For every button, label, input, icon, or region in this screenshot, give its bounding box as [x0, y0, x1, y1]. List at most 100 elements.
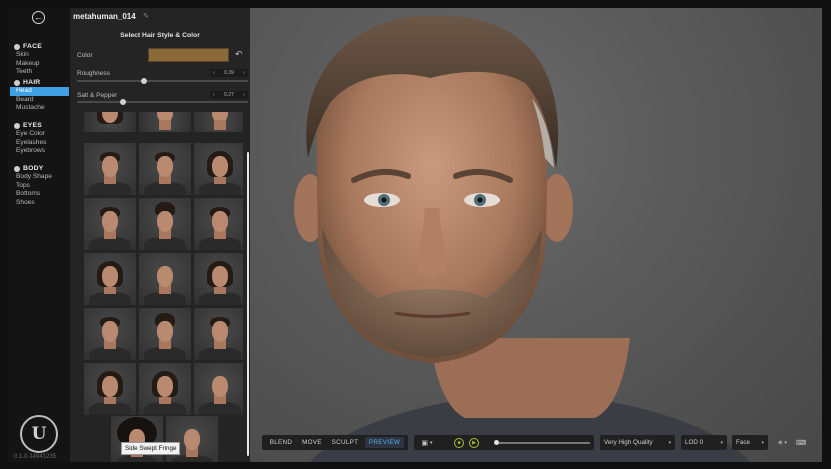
salt-pepper-slider[interactable] [77, 99, 248, 105]
nav-header-label: EYES [23, 122, 42, 129]
salt-pepper-slider-thumb[interactable] [120, 99, 127, 105]
chevron-right-icon[interactable]: › [243, 92, 245, 98]
animation-timeline[interactable] [494, 440, 590, 445]
roughness-value: 0.39 [223, 70, 235, 76]
hairstyle-tile[interactable] [194, 363, 243, 415]
back-arrow-icon[interactable]: ← [32, 11, 45, 24]
salt-pepper-value: 0.27 [223, 92, 235, 98]
nav-item-teeth[interactable]: Teeth [8, 68, 70, 77]
nav-header-body[interactable]: BODY [8, 164, 70, 173]
hairstyle-tile[interactable] [194, 198, 243, 250]
hairstyle-tile[interactable] [84, 198, 136, 250]
nav-section-eyes: EYES Eye Color Eyelashes Eyebrows [8, 121, 70, 156]
chevron-down-icon: ▾ [761, 439, 764, 446]
hairstyle-tile[interactable] [84, 143, 136, 195]
character-name: metahuman_014 [73, 12, 136, 21]
hairstyle-tile[interactable] [194, 112, 243, 132]
hairstyle-tile[interactable] [166, 416, 218, 462]
category-nav: ← FACE Skin Makeup Teeth HAIR Head Beard… [8, 8, 70, 462]
camera-dropdown[interactable]: Face ▾ [732, 435, 768, 450]
hairstyle-tile[interactable] [84, 253, 136, 305]
chevron-right-icon[interactable]: › [243, 70, 245, 76]
quality-value: Very High Quality [604, 439, 653, 446]
hairstyle-tile[interactable] [139, 198, 191, 250]
hairstyle-tile[interactable] [139, 112, 191, 132]
hair-panel: metahuman_014 ✎ Select Hair Style & Colo… [70, 8, 250, 462]
chevron-left-icon[interactable]: ‹ [213, 70, 215, 76]
mode-button-move[interactable]: MOVE [298, 437, 326, 448]
nav-item-eye-color[interactable]: Eye Color [8, 130, 70, 139]
chevron-down-icon: ▾ [668, 439, 671, 446]
version-label: 0.1.0-14941235 [14, 454, 57, 460]
mode-button-blend[interactable]: BLEND [266, 437, 296, 448]
nav-section-hair: HAIR Head Beard Mustache [8, 78, 70, 113]
film-strip-icon[interactable]: ▣ ▾ [418, 437, 436, 448]
body-icon [14, 165, 20, 172]
hairstyle-tile[interactable] [194, 253, 243, 305]
roughness-slider-thumb[interactable] [140, 78, 147, 84]
lighting-icon[interactable]: ☀ ▾ [773, 437, 791, 448]
nav-header-label: FACE [23, 43, 42, 50]
nav-header-eyes[interactable]: EYES [8, 121, 70, 130]
play-icon[interactable]: ▶ [468, 437, 480, 448]
keyboard-icon[interactable]: ⌨ [795, 437, 807, 448]
hairstyle-tile[interactable] [111, 416, 163, 462]
nav-item-beard[interactable]: Beard [8, 96, 70, 105]
salt-pepper-stepper[interactable]: ‹ 0.27 › [210, 91, 248, 99]
viewport-toolbar: BLEND MOVE SCULPT PREVIEW ▣ ▾ ■ ▶ Very Hi… [262, 435, 815, 450]
animation-controls: ▣ ▾ ■ ▶ [414, 435, 594, 450]
edit-pencil-icon[interactable]: ✎ [143, 12, 149, 20]
panel-scrollbar[interactable] [247, 152, 249, 456]
hairstyle-tile[interactable] [194, 143, 243, 195]
timeline-scrubber[interactable] [494, 440, 499, 445]
nav-section-face: FACE Skin Makeup Teeth [8, 42, 70, 77]
character-render [294, 15, 750, 462]
stop-icon[interactable]: ■ [453, 437, 465, 448]
hair-color-swatch[interactable] [148, 48, 229, 62]
mode-button-sculpt[interactable]: SCULPT [328, 437, 362, 448]
quality-dropdown[interactable]: Very High Quality ▾ [600, 435, 675, 450]
hairstyle-tile[interactable] [139, 143, 191, 195]
hair-icon [14, 79, 20, 86]
unreal-engine-logo-icon: U [20, 415, 58, 453]
mode-switcher: BLEND MOVE SCULPT PREVIEW [262, 435, 408, 450]
hairstyle-tile-side-swept-fringe[interactable] [84, 308, 136, 360]
chevron-left-icon[interactable]: ‹ [213, 92, 215, 98]
hairstyle-tile[interactable] [139, 253, 191, 305]
mode-button-preview[interactable]: PREVIEW [365, 437, 404, 448]
nav-header-label: HAIR [23, 79, 41, 86]
hairstyle-tile[interactable] [84, 112, 136, 132]
chevron-down-icon: ▾ [720, 439, 723, 446]
roughness-label: Roughness [77, 70, 110, 77]
nav-item-eyelashes[interactable]: Eyelashes [8, 139, 70, 148]
nav-item-head[interactable]: Head [10, 87, 69, 96]
character-viewport[interactable] [250, 8, 822, 462]
lod-dropdown[interactable]: LOD 0 ▾ [681, 435, 727, 450]
hairstyle-tile[interactable] [139, 308, 191, 360]
color-label: Color [77, 52, 93, 59]
nav-section-body: BODY Body Shape Tops Bottoms Shoes [8, 164, 70, 207]
reset-undo-icon[interactable]: ↶ [235, 49, 243, 60]
hairstyle-tile[interactable] [139, 363, 191, 415]
nav-item-bottoms[interactable]: Bottoms [8, 190, 70, 199]
nav-item-body-shape[interactable]: Body Shape [8, 173, 70, 182]
nav-item-tops[interactable]: Tops [8, 182, 70, 191]
nav-header-face[interactable]: FACE [8, 42, 70, 51]
nav-item-shoes[interactable]: Shoes [8, 199, 70, 208]
nav-header-label: BODY [23, 165, 44, 172]
nav-item-eyebrows[interactable]: Eyebrows [8, 147, 70, 156]
face-icon [14, 43, 20, 50]
hairstyle-tile[interactable] [194, 308, 243, 360]
nav-item-makeup[interactable]: Makeup [8, 60, 70, 69]
nav-item-skin[interactable]: Skin [8, 51, 70, 60]
nav-item-mustache[interactable]: Mustache [8, 104, 70, 113]
metahuman-creator-window: ← FACE Skin Makeup Teeth HAIR Head Beard… [8, 8, 822, 462]
roughness-slider[interactable] [77, 78, 248, 84]
roughness-stepper[interactable]: ‹ 0.39 › [210, 69, 248, 77]
camera-value: Face [736, 439, 750, 446]
hairstyle-tooltip: Side Swept Fringe [121, 442, 181, 455]
nav-header-hair[interactable]: HAIR [8, 78, 70, 87]
panel-title: Select Hair Style & Color [120, 32, 200, 39]
lod-value: LOD 0 [685, 439, 704, 446]
hairstyle-tile[interactable] [84, 363, 136, 415]
